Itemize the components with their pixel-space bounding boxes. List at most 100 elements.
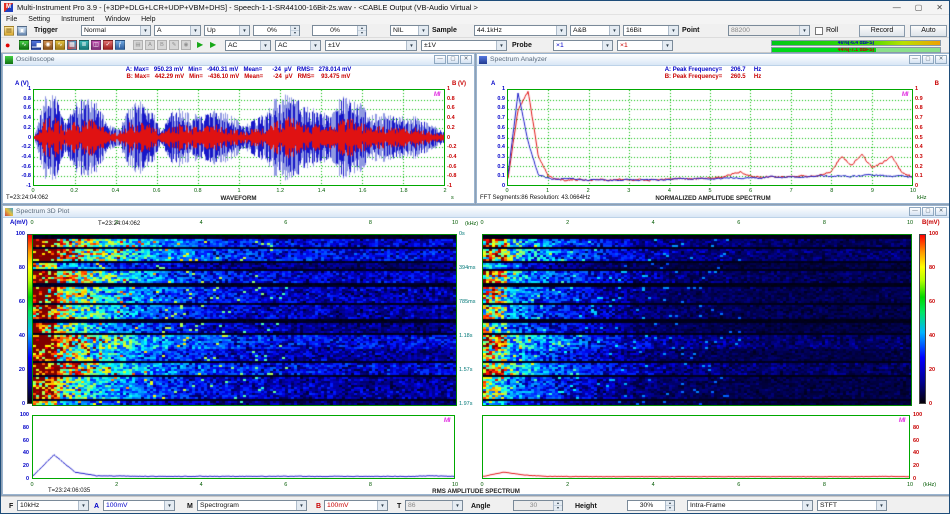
tick-label: 0 [913, 476, 916, 482]
menu-help[interactable]: Help [141, 16, 155, 23]
close-icon[interactable]: ✕ [936, 2, 943, 14]
spectrogram-b-canvas[interactable] [482, 234, 912, 406]
menu-window[interactable]: Window [105, 16, 130, 23]
trigger-level-spinner[interactable]: 0% ▲▼ [253, 25, 300, 36]
tick-label: 20 [929, 367, 935, 373]
multimeter-icon[interactable]: ◉ [43, 40, 53, 50]
tick-label: 0 [929, 401, 932, 407]
tick-label: 0.6 [23, 105, 31, 111]
tick-label: -0.6 [22, 164, 31, 170]
method-select[interactable]: STFT▼ [817, 500, 887, 511]
probe-label: Probe [512, 42, 532, 49]
minimize-icon[interactable]: — [893, 2, 901, 14]
record-button[interactable]: Record [859, 25, 905, 37]
sampling-rate-select[interactable]: 44.1kHz▼ [474, 25, 567, 36]
roll-checkbox[interactable] [815, 27, 823, 35]
spin-down-icon[interactable]: ▼ [666, 506, 674, 511]
calibration-icon: ▤ [133, 40, 143, 50]
height-spinner[interactable]: 30% ▲▼ [627, 500, 675, 511]
tick-label: 60 [913, 438, 919, 444]
waveform-time-label: T=23:24:04:062 [6, 195, 48, 201]
waveform-plot[interactable]: MI [33, 89, 445, 186]
tick-label: 2 [115, 220, 118, 226]
spectrum-stats-b: B: Peak Frequency= 260.5 Hz [477, 74, 949, 80]
oscilloscope-titlebar[interactable]: Oscilloscope — ▢ ✕ [3, 54, 474, 66]
spectrogram-a-canvas[interactable] [32, 234, 457, 406]
save-icon[interactable]: ▣ [17, 26, 27, 36]
spectrum-analyzer-titlebar[interactable]: Spectrum Analyzer — ▢ ✕ [477, 54, 949, 66]
tick-label: 4 [200, 220, 203, 226]
rms-spectrum-b-plot[interactable]: MI [482, 415, 910, 479]
record-dot-icon[interactable]: ● [5, 40, 10, 50]
trigger-mode-select[interactable]: Normal▼ [81, 25, 151, 36]
close-icon[interactable]: ✕ [460, 55, 472, 64]
tick-label: 0.3 [497, 154, 505, 160]
maximize-icon[interactable]: ▢ [922, 55, 934, 64]
menu-instrument[interactable]: Instrument [61, 16, 94, 23]
maximize-icon[interactable]: ▢ [922, 207, 934, 216]
tick-label: 1 [237, 188, 240, 194]
tick-label: 40 [913, 450, 919, 456]
rms-spectrum-a-plot[interactable]: MI [32, 415, 455, 479]
auto-button[interactable]: Auto [910, 25, 947, 37]
trigger-delay-spinner[interactable]: 0% ▲▼ [312, 25, 367, 36]
amplitude-b-select[interactable]: 100mV▼ [324, 500, 388, 511]
run-icon[interactable]: ▶ [197, 40, 203, 50]
probe-a-select[interactable]: ×1▼ [553, 40, 613, 51]
spin-down-icon[interactable]: ▼ [291, 31, 299, 36]
tick-label: 60 [23, 438, 29, 444]
trigger-hpf-select[interactable]: NIL▼ [390, 25, 429, 36]
spectrogram-a-freq-ticks: 0246810 [32, 220, 455, 227]
spectrum-3d-plot-icon[interactable]: ▦ [67, 40, 77, 50]
spin-down-icon[interactable]: ▼ [358, 31, 366, 36]
frame-mode-select[interactable]: Intra-Frame▼ [687, 500, 813, 511]
signal-generator-icon[interactable]: ∿ [55, 40, 65, 50]
bit-depth-select[interactable]: 16Bit▼ [623, 25, 679, 36]
range-a-label: A [94, 503, 99, 510]
amplitude-a-select[interactable]: 100mV▼ [103, 500, 175, 511]
spectrum-3d-plot-window: Spectrum 3D Plot — ▢ ✕ A(mV) T=23:24:04:… [2, 205, 950, 495]
device-test-plan-icon[interactable]: ✓ [103, 40, 113, 50]
app-logo-icon: M [4, 3, 13, 12]
maximize-icon[interactable]: ▢ [915, 2, 923, 14]
channel-mode-select[interactable]: A&B▼ [570, 25, 620, 36]
tick-label: -1 [447, 183, 452, 189]
trigger-source-select[interactable]: A▼ [154, 25, 201, 36]
tick-label: 0.1 [915, 173, 923, 179]
range-b-select[interactable]: ±1V▼ [421, 40, 507, 51]
tick-label: 0.5 [915, 135, 923, 141]
open-file-icon[interactable]: ▤ [4, 26, 14, 36]
probe-b-select[interactable]: ×1▼ [617, 40, 673, 51]
tick-label: 10 [452, 220, 458, 226]
data-logger-icon[interactable]: ≣ [79, 40, 89, 50]
minimize-icon[interactable]: — [909, 207, 921, 216]
spectrum-plot[interactable]: MI [507, 89, 913, 186]
trigger-slope-select[interactable]: Up▼ [204, 25, 250, 36]
close-icon[interactable]: ✕ [935, 207, 947, 216]
y-axis-label-a: A [491, 81, 495, 87]
menu-setting[interactable]: Setting [28, 16, 50, 23]
run-single-icon[interactable]: ▶ [210, 40, 216, 50]
tick-label: 0.6 [447, 105, 455, 111]
range-a-select[interactable]: ±1V▼ [325, 40, 417, 51]
chevron-down-icon: ▼ [406, 41, 416, 50]
close-icon[interactable]: ✕ [935, 55, 947, 64]
derived-data-icon[interactable]: ƒ [115, 40, 125, 50]
display-mode-select[interactable]: Spectrogram▼ [197, 500, 307, 511]
coupling-a-select[interactable]: AC▼ [225, 40, 271, 51]
spectrogram-b-freq-ticks: 0246810 [482, 220, 910, 227]
spectrum-analyzer-icon[interactable]: ▁▅ [31, 40, 41, 50]
tick-label: 0 [30, 220, 33, 226]
oscilloscope-icon[interactable]: ∿ [19, 40, 29, 50]
tick-label: 2 [587, 188, 590, 194]
freq-range-select[interactable]: 10kHz▼ [17, 500, 89, 511]
tick-label: 0.4 [23, 115, 31, 121]
spectrum-3d-plot-titlebar[interactable]: Spectrum 3D Plot — ▢ ✕ [3, 206, 949, 218]
minimize-icon[interactable]: — [434, 55, 446, 64]
menu-file[interactable]: File [6, 16, 17, 23]
minimize-icon[interactable]: — [909, 55, 921, 64]
maximize-icon[interactable]: ▢ [447, 55, 459, 64]
rms-spectrum-a-canvas [33, 416, 454, 478]
ddp-viewer-icon[interactable]: ◫ [91, 40, 101, 50]
coupling-b-select[interactable]: AC▼ [275, 40, 321, 51]
